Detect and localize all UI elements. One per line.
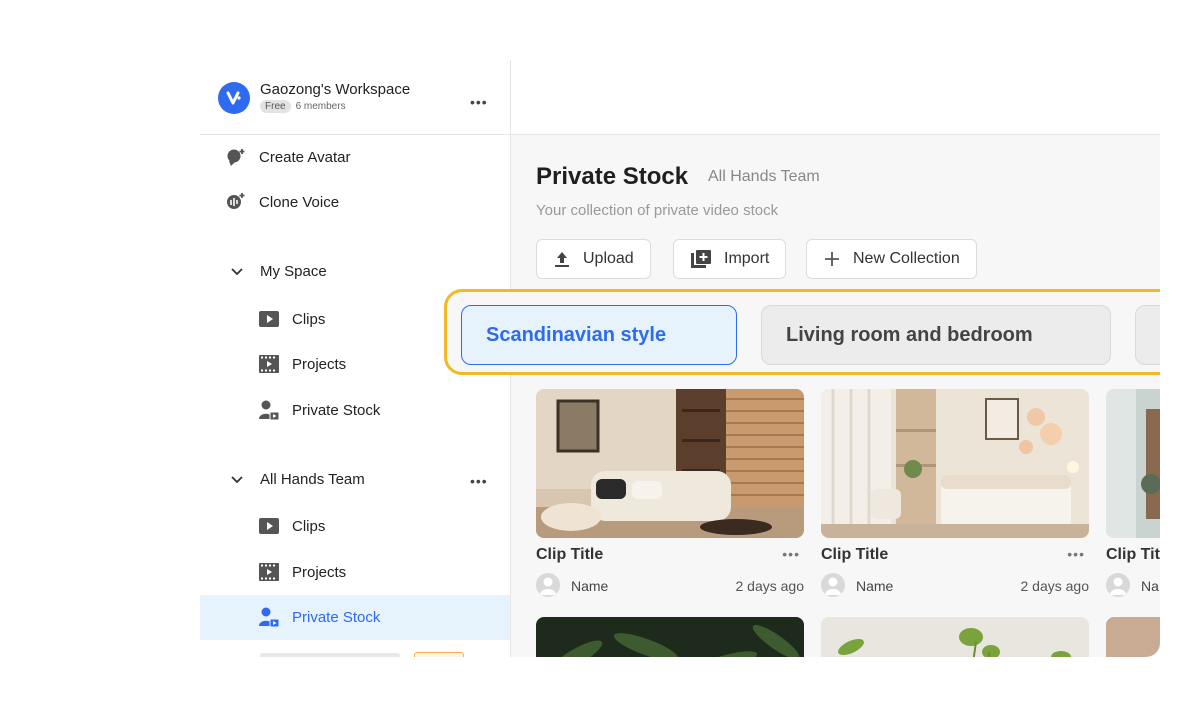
chevron-down-icon xyxy=(230,475,244,485)
play-icon xyxy=(258,308,280,330)
more-icon[interactable]: ••• xyxy=(782,546,800,562)
plus-icon xyxy=(823,250,841,268)
avatar xyxy=(821,573,845,597)
member-count: 6 members xyxy=(295,101,346,112)
team-more-icon[interactable]: ••• xyxy=(470,473,488,489)
workspace-meta: Free 6 members xyxy=(260,100,346,113)
workspace-name: Gaozong's Workspace xyxy=(260,81,411,98)
voice-icon xyxy=(225,191,247,213)
plan-badge: Free xyxy=(260,100,291,113)
cut-off-nav-item xyxy=(260,653,400,657)
upload-icon xyxy=(553,250,571,268)
clip-card[interactable]: Clip Tit Na xyxy=(1106,389,1160,609)
sidebar-item-my-projects[interactable]: Projects xyxy=(258,353,346,375)
section-my-space-label: My Space xyxy=(260,263,327,280)
play-icon xyxy=(258,515,280,537)
clip-time: 2 days ago xyxy=(735,578,805,594)
new-collection-label: New Collection xyxy=(853,250,960,267)
clip-title: Clip Title xyxy=(821,546,889,563)
section-my-space[interactable]: My Space xyxy=(230,263,327,280)
nav-create-avatar[interactable]: Create Avatar xyxy=(225,146,350,168)
clip-thumbnail[interactable] xyxy=(821,389,1089,538)
upload-label: Upload xyxy=(583,250,634,267)
import-label: Import xyxy=(724,250,770,267)
sidebar-item-label: Clips xyxy=(292,517,326,535)
upload-button[interactable]: Upload xyxy=(536,239,651,279)
top-bar xyxy=(511,60,1160,135)
user-stock-icon xyxy=(258,606,280,628)
sidebar-item-label: Projects xyxy=(292,355,347,373)
clip-owner: Na xyxy=(1141,578,1159,594)
clip-thumbnail[interactable] xyxy=(821,617,1089,657)
clip-time: 2 days ago xyxy=(1020,578,1090,594)
clip-owner: Name xyxy=(856,578,894,594)
sidebar-item-team-projects[interactable]: Projects xyxy=(258,561,346,583)
workspace-more-icon[interactable]: ••• xyxy=(470,94,488,110)
avatar xyxy=(536,573,560,597)
clip-thumbnail[interactable] xyxy=(536,617,804,657)
chevron-down-icon xyxy=(230,267,244,277)
clip-thumbnail[interactable] xyxy=(536,389,804,538)
clip-thumbnail[interactable] xyxy=(1106,617,1160,657)
nav-clone-voice-label: Clone Voice xyxy=(259,193,340,211)
sidebar-item-label: Projects xyxy=(292,563,347,581)
film-icon xyxy=(258,353,280,375)
page-team-label: All Hands Team xyxy=(708,168,820,185)
clip-owner: Name xyxy=(571,578,609,594)
collection-tabs: Scandinavian style Living room and bedro… xyxy=(444,289,1160,375)
collection-tab-living-room[interactable]: Living room and bedroom xyxy=(761,305,1111,365)
sidebar-item-label: Clips xyxy=(292,310,326,328)
sidebar-item-team-private-stock[interactable]: Private Stock xyxy=(258,606,380,628)
section-team-label: All Hands Team xyxy=(260,471,365,488)
main-content: Private Stock All Hands Team Your collec… xyxy=(444,60,1160,657)
page-title: Private Stock xyxy=(536,163,689,190)
user-stock-icon xyxy=(258,399,280,421)
sidebar-item-label: Private Stock xyxy=(292,608,381,626)
cut-off-badge xyxy=(414,652,464,657)
collection-tab-scandinavian[interactable]: Scandinavian style xyxy=(461,305,737,365)
clip-thumbnail[interactable] xyxy=(1106,389,1160,538)
clip-title: Clip Title xyxy=(536,546,604,563)
nav-clone-voice[interactable]: Clone Voice xyxy=(225,191,339,213)
sidebar-item-my-clips[interactable]: Clips xyxy=(258,308,325,330)
clip-title: Clip Tit xyxy=(1106,546,1160,563)
avatar xyxy=(1106,573,1130,597)
sidebar-item-my-private-stock[interactable]: Private Stock xyxy=(258,399,380,421)
section-team[interactable]: All Hands Team xyxy=(230,471,365,488)
clip-card[interactable]: Clip Title ••• Name 2 days ago xyxy=(536,389,804,609)
nav-create-avatar-label: Create Avatar xyxy=(259,148,351,166)
page-description: Your collection of private video stock xyxy=(536,202,779,219)
film-icon xyxy=(258,561,280,583)
sidebar-item-team-clips[interactable]: Clips xyxy=(258,515,325,537)
sidebar-item-label: Private Stock xyxy=(292,401,381,419)
app-window: Gaozong's Workspace Free 6 members ••• C… xyxy=(200,60,1160,657)
workspace-header[interactable]: Gaozong's Workspace Free 6 members ••• xyxy=(200,60,510,135)
more-icon[interactable]: ••• xyxy=(1067,546,1085,562)
import-button[interactable]: Import xyxy=(673,239,787,279)
import-icon xyxy=(690,249,712,269)
new-collection-button[interactable]: New Collection xyxy=(806,239,977,279)
collection-tab-more[interactable] xyxy=(1135,305,1160,365)
avatar-icon xyxy=(225,146,247,168)
workspace-logo-icon xyxy=(218,82,250,114)
clip-card[interactable]: Clip Title ••• Name 2 days ago xyxy=(821,389,1089,609)
